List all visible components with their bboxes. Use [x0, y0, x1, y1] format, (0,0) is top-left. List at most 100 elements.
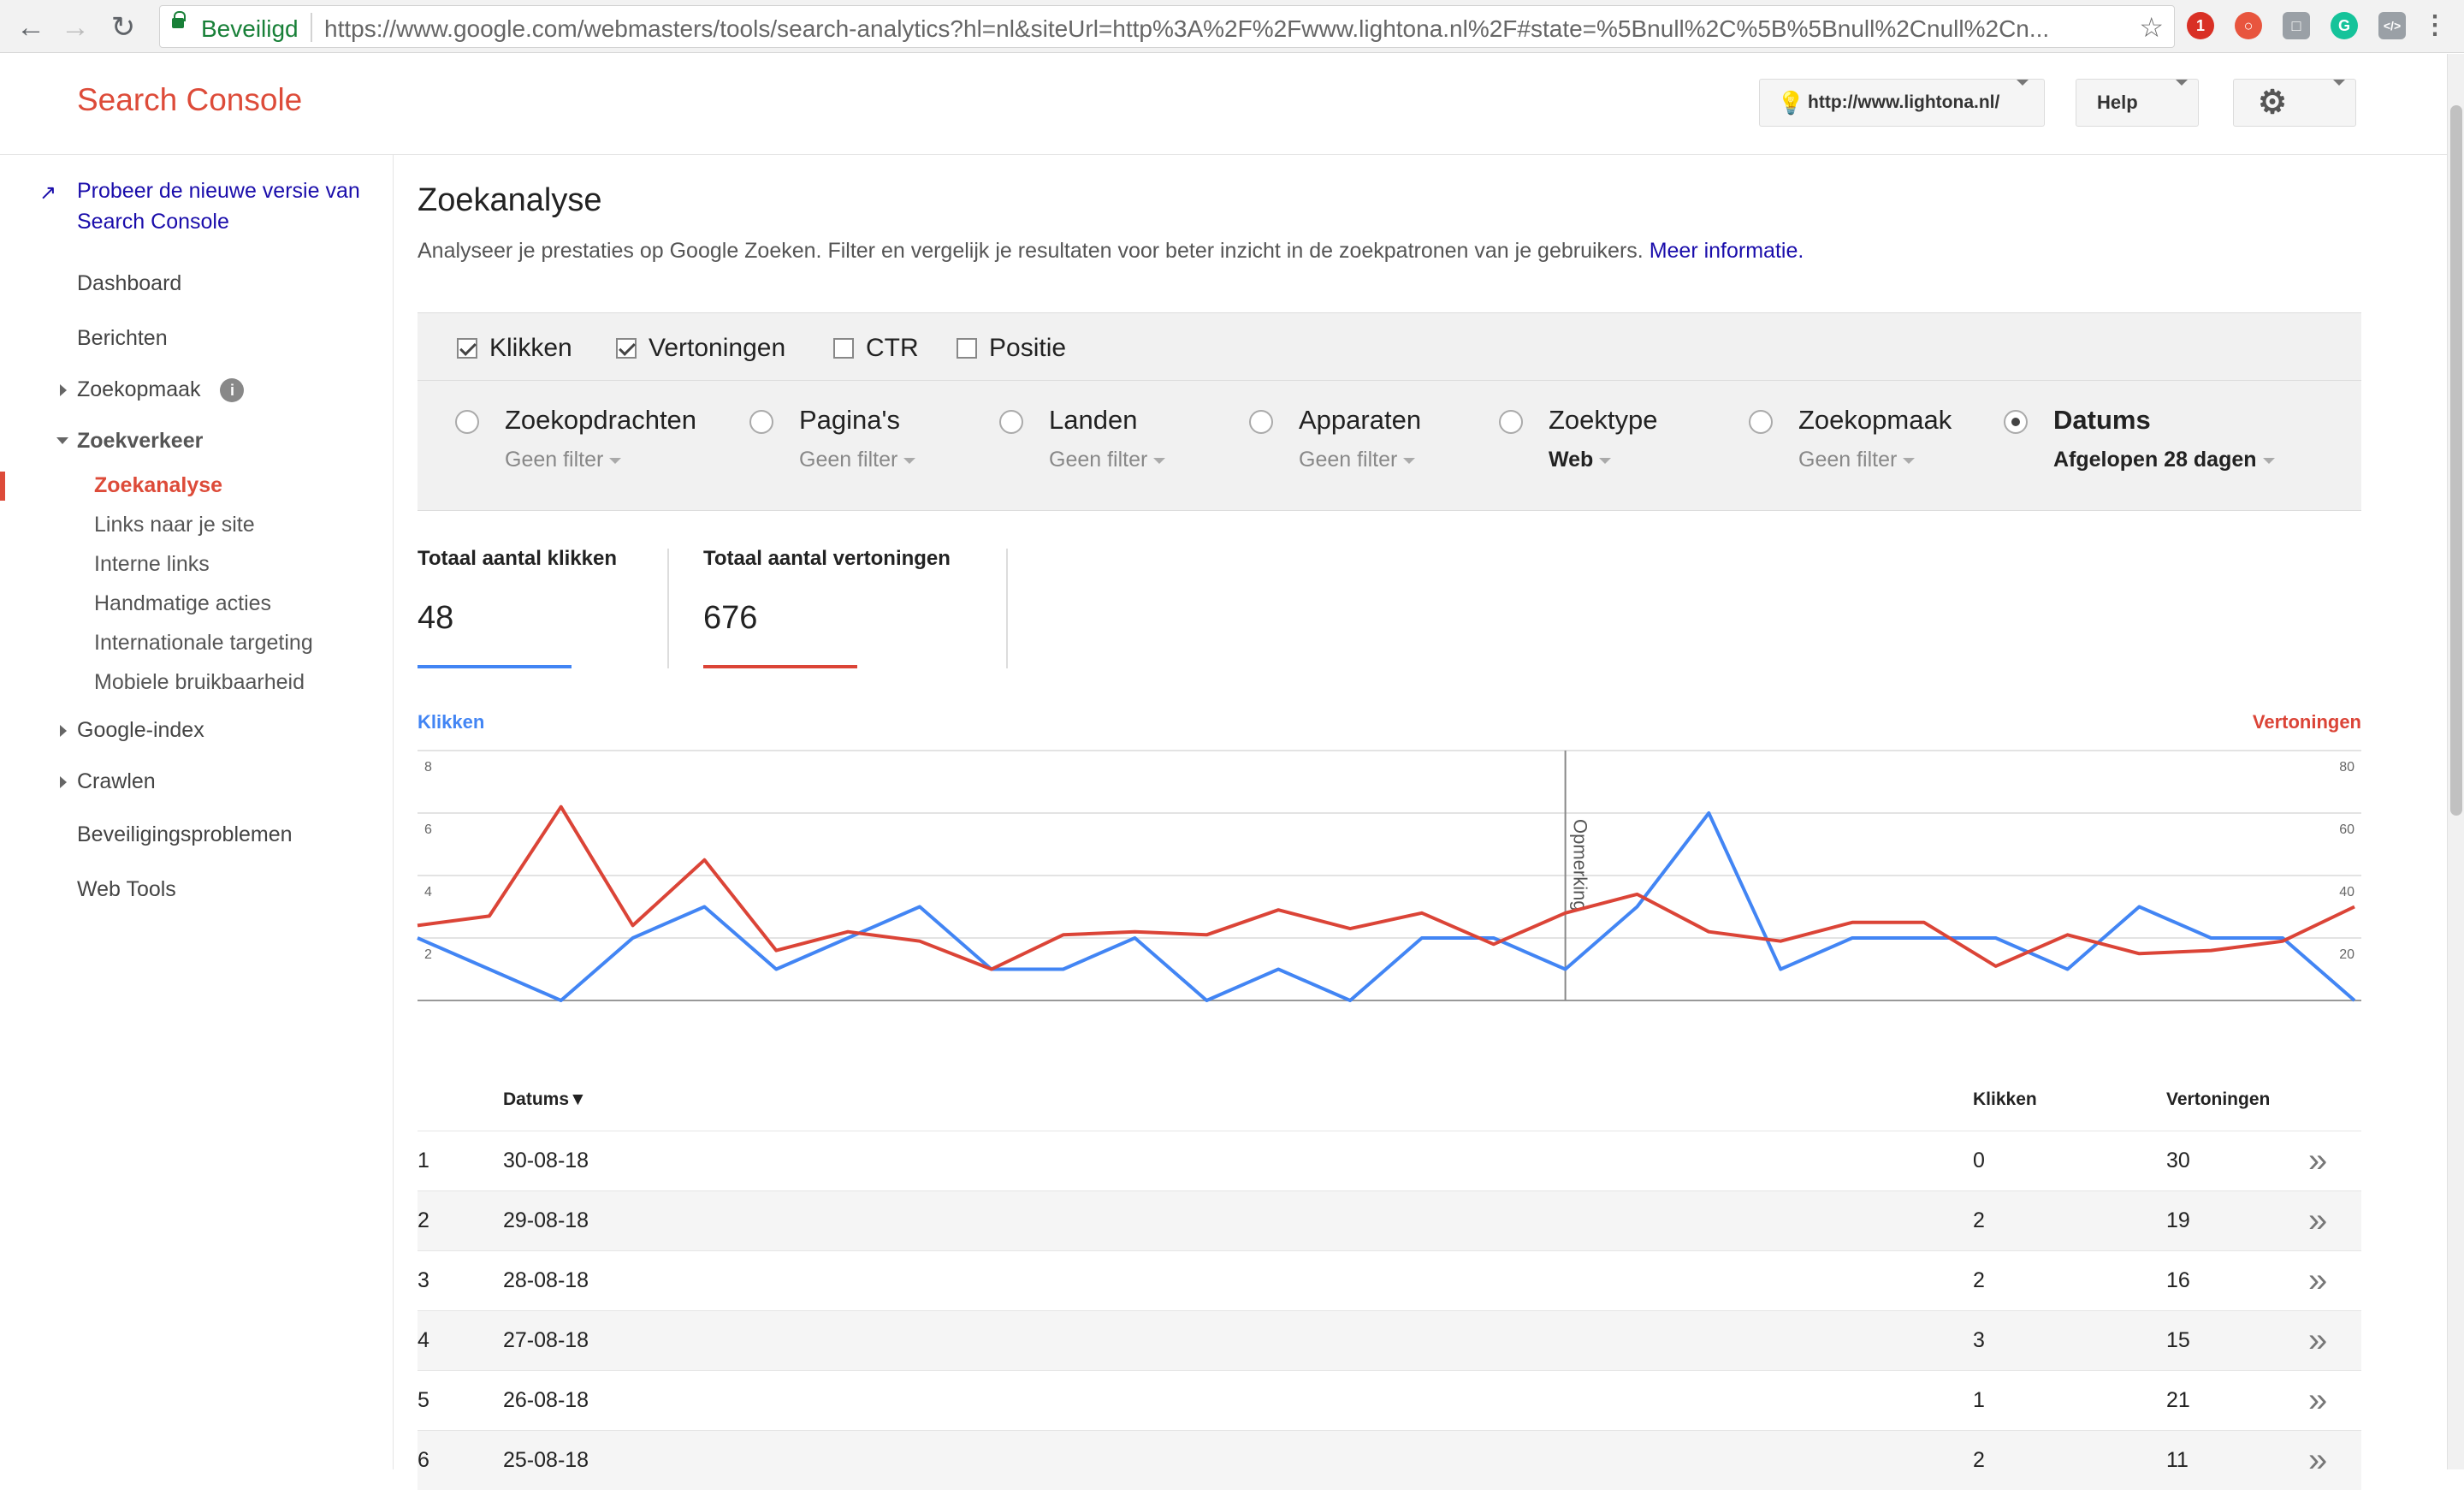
- table-header: Datums▼ Klikken Vertoningen: [418, 1071, 2361, 1131]
- bookmark-star-icon[interactable]: ☆: [2139, 11, 2164, 44]
- radio-button-selected[interactable]: [2004, 410, 2028, 434]
- sidebar-item-links-to-site[interactable]: Links naar je site: [94, 513, 255, 537]
- metric-checkbox-ctr[interactable]: CTR: [833, 334, 919, 363]
- row-details-icon[interactable]: »: [2308, 1443, 2327, 1477]
- radio-button[interactable]: [1249, 410, 1273, 434]
- dimension-filter-dropdown[interactable]: Geen filter: [1299, 448, 1416, 472]
- external-link-icon: ↗: [39, 181, 57, 205]
- column-header-date[interactable]: Datums▼: [503, 1089, 587, 1110]
- row-clicks: 0: [1973, 1149, 1985, 1172]
- table-row[interactable]: 4 27-08-18 3 15 »: [418, 1310, 2361, 1370]
- metric-label: CTR: [866, 334, 919, 362]
- description-text: Analyseer je prestaties op Google Zoeken…: [418, 239, 1644, 263]
- dimension-label: Zoekopdrachten: [505, 405, 697, 435]
- site-selector-button[interactable]: 💡 http://www.lightona.nl/: [1759, 79, 2045, 127]
- radio-button[interactable]: [999, 410, 1023, 434]
- dimension-filter-dropdown[interactable]: Geen filter: [1049, 448, 1166, 472]
- extension-icon-2[interactable]: ○: [2235, 12, 2262, 39]
- line-chart[interactable]: 8 80 6 60 4 40 2 20 Opmerking: [417, 742, 2361, 1067]
- help-button[interactable]: Help: [2076, 79, 2199, 127]
- sidebar-item-search-analytics[interactable]: Zoekanalyse: [94, 473, 222, 498]
- back-arrow-icon[interactable]: ←: [12, 9, 50, 46]
- sidebar-item-internal-links[interactable]: Interne links: [94, 552, 210, 577]
- sidebar-item-mobile-usability[interactable]: Mobiele bruikbaarheid: [94, 670, 305, 695]
- filter-value: Geen filter: [1299, 448, 1398, 472]
- sidebar-item-crawl[interactable]: Crawlen: [60, 769, 156, 794]
- row-details-icon[interactable]: »: [2308, 1383, 2327, 1417]
- sidebar-item-messages[interactable]: Berichten: [77, 326, 168, 351]
- more-info-link[interactable]: Meer informatie.: [1650, 239, 1804, 263]
- row-details-icon[interactable]: »: [2308, 1323, 2327, 1357]
- brand-title[interactable]: Search Console: [77, 82, 302, 118]
- page-title: Zoekanalyse: [418, 182, 602, 218]
- sidebar-item-google-index[interactable]: Google-index: [60, 718, 204, 743]
- dimension-filter-dropdown[interactable]: Geen filter: [799, 448, 916, 472]
- sidebar-item-web-tools[interactable]: Web Tools: [77, 877, 176, 902]
- dimension-filter-dropdown[interactable]: Geen filter: [1798, 448, 1916, 472]
- row-number: 1: [418, 1149, 429, 1172]
- row-details-icon[interactable]: »: [2308, 1143, 2327, 1178]
- table-row[interactable]: 3 28-08-18 2 16 »: [418, 1250, 2361, 1310]
- dimension-filter-dropdown[interactable]: Web: [1549, 448, 1612, 472]
- radio-button[interactable]: [749, 410, 773, 434]
- annotation-label: Opmerking: [1570, 819, 1591, 911]
- dimension-filter-dropdown[interactable]: Afgelopen 28 dagen: [2053, 448, 2275, 472]
- row-impressions: 19: [2166, 1208, 2190, 1232]
- right-tick-label: 60: [2339, 822, 2354, 837]
- filter-value: Web: [1549, 448, 1594, 472]
- right-tick-label: 20: [2339, 947, 2354, 962]
- settings-button[interactable]: ⚙: [2233, 79, 2356, 127]
- row-details-icon[interactable]: »: [2308, 1263, 2327, 1297]
- try-new-version-link[interactable]: Probeer de nieuwe versie van Search Cons…: [77, 175, 385, 237]
- info-icon[interactable]: i: [220, 378, 245, 402]
- column-header-impressions[interactable]: Vertoningen: [2166, 1089, 2270, 1110]
- sidebar-item-dashboard[interactable]: Dashboard: [77, 271, 181, 296]
- extension-icon-3[interactable]: □: [2283, 12, 2310, 39]
- sidebar-item-security[interactable]: Beveiligingsproblemen: [77, 822, 293, 847]
- active-indicator: [0, 472, 5, 501]
- sidebar-item-search-traffic[interactable]: Zoekverkeer: [56, 429, 204, 454]
- radio-button[interactable]: [1749, 410, 1773, 434]
- grammarly-icon[interactable]: G: [2331, 12, 2358, 39]
- dimension-label: Datums: [2053, 405, 2151, 435]
- scrollbar-thumb[interactable]: [2450, 105, 2462, 816]
- impressions-color-line: [703, 665, 857, 668]
- menu-dots-icon[interactable]: ⋮: [2421, 12, 2449, 39]
- checkbox-checked-icon: [457, 338, 477, 359]
- column-header-clicks[interactable]: Klikken: [1973, 1089, 2037, 1110]
- forward-arrow-icon[interactable]: →: [56, 9, 94, 46]
- radio-button[interactable]: [455, 410, 479, 434]
- metric-checkbox-impressions[interactable]: Vertoningen: [616, 334, 785, 363]
- left-tick-label: 2: [424, 947, 432, 962]
- extension-badge: 1: [2195, 17, 2205, 34]
- sidebar-item-international-targeting[interactable]: Internationale targeting: [94, 631, 313, 656]
- url-text[interactable]: https://www.google.com/webmasters/tools/…: [324, 15, 2121, 43]
- page-scrollbar[interactable]: [2447, 54, 2464, 1469]
- row-impressions: 15: [2166, 1328, 2190, 1352]
- radio-button[interactable]: [1499, 410, 1523, 434]
- code-icon[interactable]: </>: [2378, 12, 2406, 39]
- table-row[interactable]: 2 29-08-18 2 19 »: [418, 1190, 2361, 1250]
- row-date: 28-08-18: [503, 1268, 589, 1292]
- sidebar-item-manual-actions[interactable]: Handmatige acties: [94, 591, 271, 616]
- total-impressions-label: Totaal aantal vertoningen: [703, 547, 951, 570]
- table-row[interactable]: 5 26-08-18 1 21 »: [418, 1370, 2361, 1430]
- metric-checkbox-clicks[interactable]: Klikken: [457, 334, 572, 363]
- row-date: 30-08-18: [503, 1149, 589, 1172]
- metric-label: Positie: [989, 334, 1067, 362]
- metric-checkbox-position[interactable]: Positie: [957, 334, 1066, 363]
- dimension-label: Zoektype: [1549, 405, 1658, 435]
- sidebar-item-label: Zoekopmaak: [77, 377, 201, 401]
- sidebar-item-search-appearance[interactable]: Zoekopmaak i: [60, 377, 245, 402]
- clicks-color-line: [418, 665, 572, 668]
- reload-icon[interactable]: ↻: [104, 9, 142, 46]
- row-details-icon[interactable]: »: [2308, 1203, 2327, 1238]
- address-bar[interactable]: Beveiligd https://www.google.com/webmast…: [159, 5, 2175, 48]
- extension-icon-1[interactable]: 1: [2187, 12, 2214, 39]
- clicks-series-line: [417, 811, 2356, 1002]
- sidebar-item-label: Zoekverkeer: [77, 429, 204, 453]
- table-row[interactable]: 1 30-08-18 0 30 »: [418, 1131, 2361, 1190]
- chevron-down-icon: [609, 457, 622, 464]
- dimension-filter-dropdown[interactable]: Geen filter: [505, 448, 622, 472]
- table-row[interactable]: 6 25-08-18 2 11»: [418, 1430, 2361, 1490]
